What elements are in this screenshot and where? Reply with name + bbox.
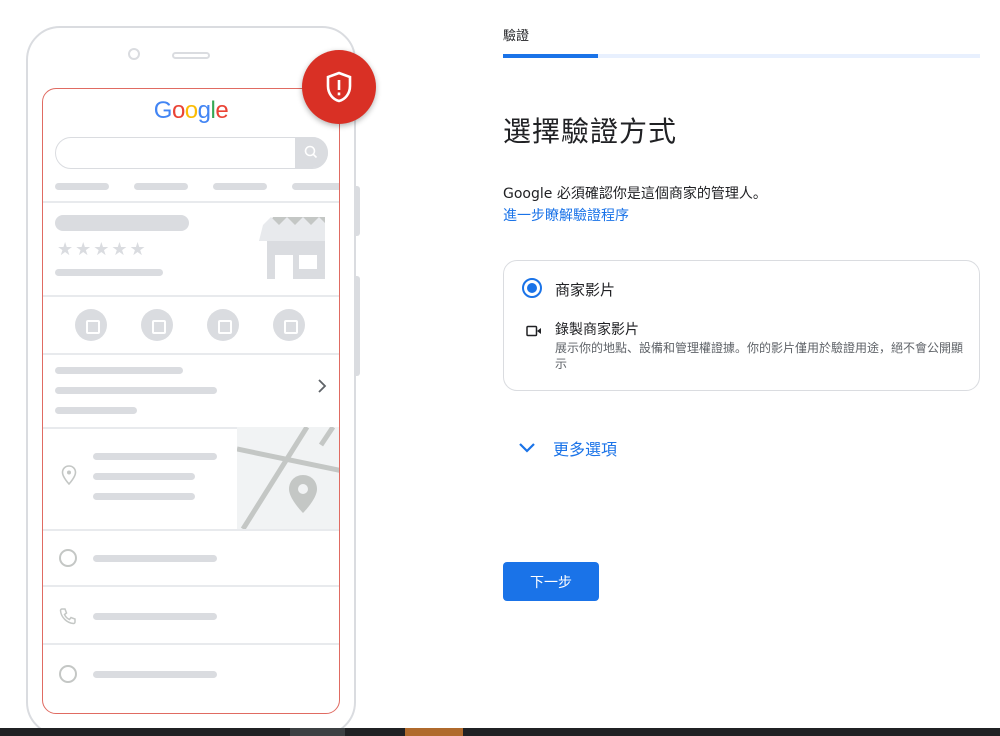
- divider: [43, 353, 339, 355]
- phone-illustration: Google ★★★★★: [26, 26, 360, 736]
- method-title: 錄製商家影片: [555, 322, 639, 338]
- mock-tab: [292, 183, 339, 190]
- mock-line: [55, 407, 137, 414]
- option-radio-button[interactable]: [522, 278, 542, 298]
- taskbar-strip: [0, 728, 1000, 736]
- bookmark-icon: [207, 309, 239, 341]
- progress-bar: [503, 54, 980, 58]
- option-label: 商家影片: [555, 281, 616, 299]
- phone-screen: Google ★★★★★: [42, 88, 340, 714]
- next-button[interactable]: 下一步: [503, 562, 599, 601]
- mock-search-bar: [55, 137, 328, 169]
- mock-business-name: [55, 215, 189, 231]
- search-icon: [295, 137, 328, 168]
- mock-line: [93, 453, 217, 460]
- mock-line: [93, 671, 217, 678]
- page-title: 選擇驗證方式: [503, 115, 678, 148]
- video-camera-icon: [526, 322, 542, 341]
- more-options-toggle[interactable]: 更多選項: [517, 436, 617, 460]
- rating-stars-icon: ★★★★★: [57, 239, 148, 260]
- phone-icon: [59, 607, 77, 629]
- mock-line: [93, 493, 195, 500]
- phone-volume-button: [354, 276, 360, 376]
- mock-line: [93, 473, 195, 480]
- google-logo: Google: [153, 97, 229, 124]
- globe-icon: [59, 665, 77, 683]
- taskbar-item[interactable]: [290, 728, 345, 736]
- mock-line: [93, 613, 217, 620]
- divider: [43, 295, 339, 297]
- phone-camera: [128, 48, 140, 60]
- mock-line: [55, 269, 163, 276]
- map-thumbnail: [237, 427, 339, 529]
- verification-page: Google ★★★★★ 驗證 選擇驗證方式 Google 必須確認你是這個商家…: [0, 0, 1000, 736]
- method-description: 展示你的地點、設備和管理權證據。你的影片僅用於驗證用途，絕不會公開顯示: [555, 341, 964, 371]
- mock-line: [93, 555, 217, 562]
- mock-tab: [55, 183, 109, 190]
- mock-tab: [213, 183, 267, 190]
- more-options-label: 更多選項: [553, 440, 618, 459]
- phone-side-button: [354, 186, 360, 236]
- chevron-right-icon: [317, 377, 327, 398]
- page-description: Google 必須確認你是這個商家的管理人。: [503, 186, 767, 202]
- storefront-icon: [259, 217, 325, 283]
- divider: [43, 201, 339, 203]
- mock-line: [55, 387, 217, 394]
- phone-call-icon: [75, 309, 107, 341]
- website-globe-icon: [273, 309, 305, 341]
- chevron-down-icon: [517, 439, 537, 458]
- divider: [43, 643, 339, 645]
- learn-more-link[interactable]: 進一步瞭解驗證程序: [503, 205, 629, 225]
- shield-alert-icon: [302, 50, 376, 124]
- mock-line: [55, 367, 183, 374]
- divider: [43, 585, 339, 587]
- location-pin-icon: [61, 465, 77, 489]
- verification-option-card[interactable]: 商家影片 錄製商家影片 展示你的地點、設備和管理權證據。你的影片僅用於驗證用途，…: [503, 260, 980, 391]
- mock-tab: [134, 183, 188, 190]
- divider: [43, 529, 339, 531]
- step-label: 驗證: [503, 29, 530, 44]
- phone-speaker: [172, 52, 210, 59]
- progress-fill: [503, 54, 599, 58]
- directions-icon: [141, 309, 173, 341]
- clock-icon: [59, 549, 77, 567]
- taskbar-item[interactable]: [405, 728, 463, 736]
